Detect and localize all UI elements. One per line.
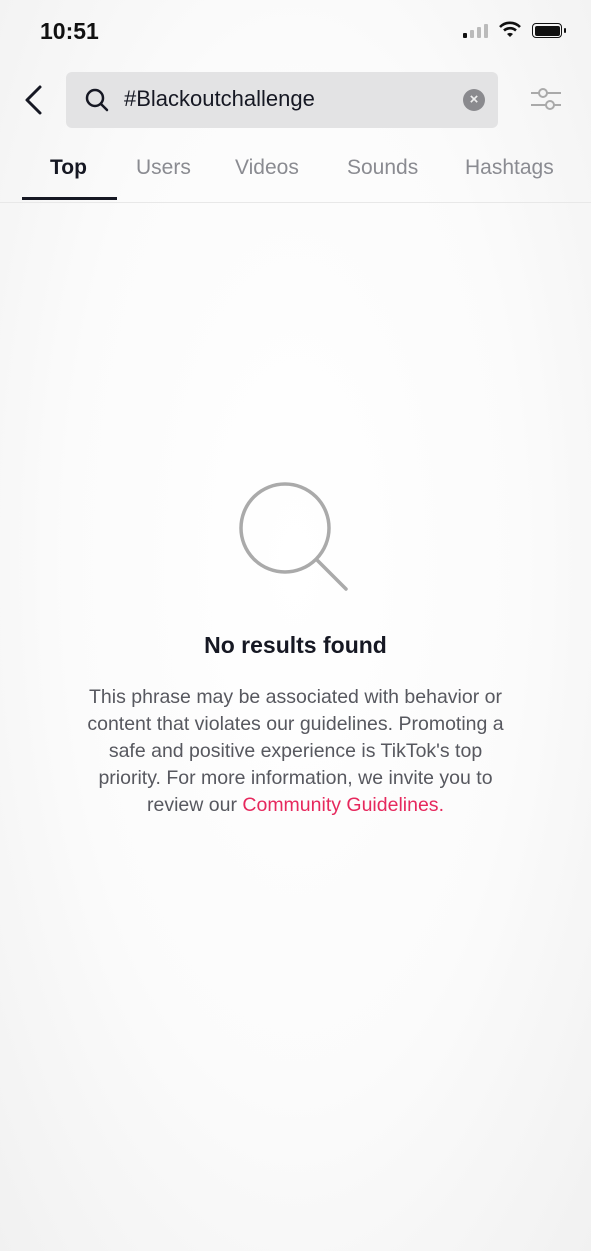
link-period: . — [438, 794, 444, 816]
tab-users[interactable]: Users — [136, 156, 191, 180]
status-bar: 10:51 — [0, 0, 591, 62]
tab-top[interactable]: Top — [50, 156, 87, 180]
filter-sliders-icon[interactable] — [528, 84, 564, 114]
magnifier-empty-icon — [239, 482, 348, 591]
tab-sounds[interactable]: Sounds — [347, 156, 418, 180]
message-line: review our — [147, 794, 243, 816]
empty-state-message: This phrase may be associated with behav… — [40, 684, 551, 819]
search-query[interactable]: #Blackoutchallenge — [124, 86, 315, 112]
tab-bar: Top Users Videos Sounds Hashtags — [0, 150, 591, 203]
search-icon — [85, 88, 109, 112]
active-tab-indicator — [22, 197, 117, 200]
search-input[interactable]: #Blackoutchallenge × — [66, 72, 498, 128]
tab-hashtags[interactable]: Hashtags — [465, 156, 554, 180]
tab-videos[interactable]: Videos — [235, 156, 299, 180]
clear-icon[interactable]: × — [463, 89, 485, 111]
message-line: This phrase may be associated with behav… — [89, 686, 502, 708]
wifi-icon — [499, 21, 521, 37]
back-chevron-icon[interactable] — [20, 84, 50, 116]
message-line: safe and positive experience is TikTok's… — [108, 740, 483, 762]
signal-icon — [463, 24, 488, 38]
community-guidelines-link[interactable]: Community Guidelines — [242, 794, 438, 816]
message-line: priority. For more information, we invit… — [98, 767, 493, 789]
status-time: 10:51 — [40, 18, 99, 44]
empty-state-title: No results found — [204, 632, 387, 658]
battery-icon — [532, 23, 566, 38]
message-line: content that violates our guidelines. Pr… — [87, 713, 504, 735]
